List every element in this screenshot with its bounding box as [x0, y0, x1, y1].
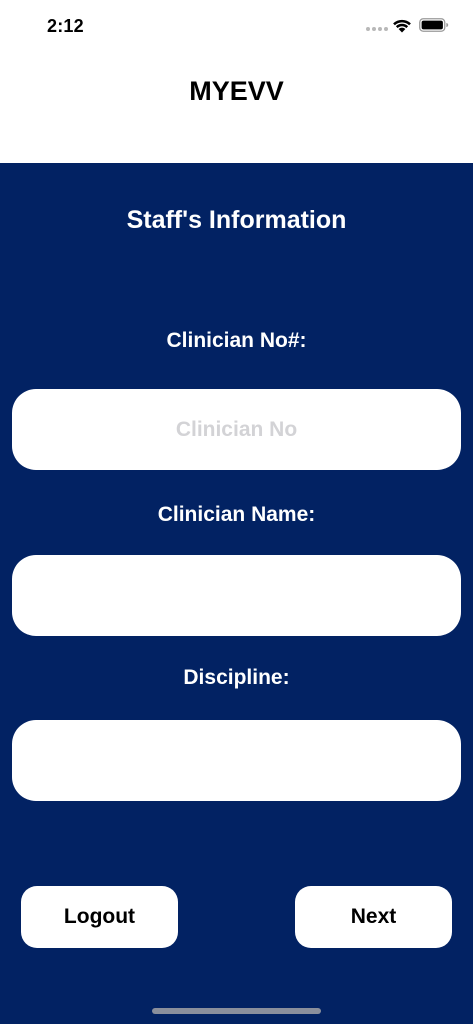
- discipline-input[interactable]: [12, 720, 461, 801]
- home-indicator[interactable]: [152, 1008, 321, 1014]
- staff-form-panel: Staff's Information Clinician No#: Clini…: [0, 163, 473, 1024]
- status-bar: 2:12: [0, 0, 473, 52]
- battery-icon: [419, 18, 449, 32]
- logout-button[interactable]: Logout: [21, 886, 178, 948]
- app-title: MYEVV: [189, 76, 284, 106]
- discipline-label: Discipline:: [183, 666, 290, 689]
- wifi-icon: [393, 19, 411, 33]
- clinician-no-input[interactable]: [12, 389, 461, 470]
- cellular-signal-icon: [366, 27, 388, 31]
- section-title: Staff's Information: [126, 206, 347, 234]
- staff-information-screen: 2:12 MYEVV Staff's Information Clinician…: [0, 0, 473, 1024]
- clinician-name-input[interactable]: [12, 555, 461, 636]
- status-time: 2:12: [47, 16, 84, 36]
- clinician-name-label: Clinician Name:: [157, 503, 316, 526]
- next-button[interactable]: Next: [295, 886, 452, 948]
- clinician-no-label: Clinician No#:: [166, 329, 307, 352]
- app-header: MYEVV: [0, 52, 473, 163]
